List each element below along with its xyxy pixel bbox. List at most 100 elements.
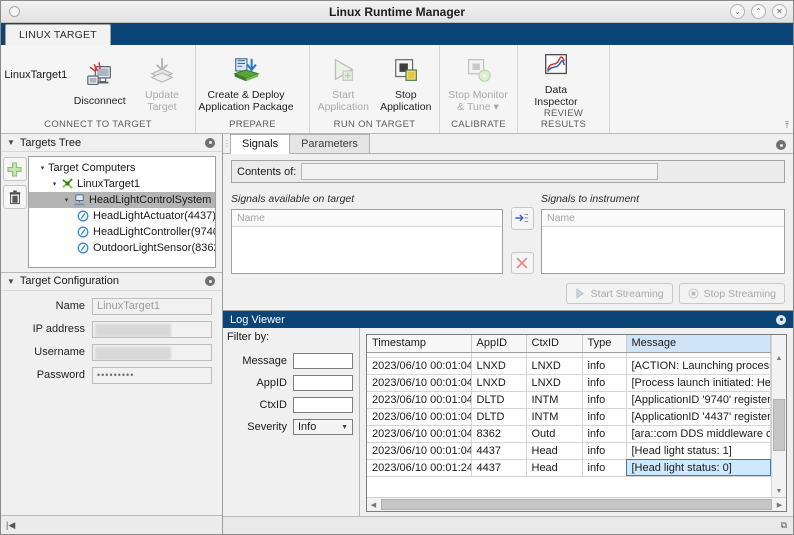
- tree-node-headlightcontrolsystem[interactable]: ▾ HeadLightControlSystem: [29, 192, 215, 208]
- filter-row-ctxid: CtxID: [223, 397, 359, 413]
- log-table-horizontal-scrollbar[interactable]: ◀ ▶: [367, 497, 786, 511]
- name-field[interactable]: LinuxTarget1: [92, 298, 212, 315]
- table-row[interactable]: 2023/06/10 00:01:04... 4437 Head info [H…: [367, 442, 771, 459]
- filter-message-input[interactable]: [293, 353, 353, 369]
- streaming-buttons-row: Start Streaming Stop Streaming: [223, 278, 793, 310]
- cell-appid: DLTD: [471, 391, 526, 408]
- expander-icon[interactable]: ▾: [49, 180, 60, 188]
- stop-streaming-button[interactable]: Stop Streaming: [679, 283, 785, 304]
- disconnect-button[interactable]: Disconnect: [69, 57, 131, 107]
- log-table-vertical-scrollbar[interactable]: ▲ ▼: [771, 335, 786, 497]
- stop-monitor-tune-button[interactable]: Stop Monitor & Tune ▾: [442, 51, 514, 113]
- update-target-button[interactable]: Update Target: [131, 51, 193, 113]
- column-header-type[interactable]: Type: [582, 335, 626, 352]
- tree-node-target-computers[interactable]: ▾ Target Computers: [29, 160, 215, 176]
- scroll-left-icon[interactable]: ◀: [367, 501, 380, 509]
- collapse-left-panel-icon[interactable]: |◀: [6, 520, 15, 531]
- start-streaming-button[interactable]: Start Streaming: [566, 283, 673, 304]
- data-inspector-button[interactable]: Data Inspector: [520, 46, 592, 108]
- scroll-up-icon[interactable]: ▲: [776, 352, 783, 364]
- collapse-ribbon-icon[interactable]: ⤒: [785, 120, 789, 131]
- signals-panel-options-icon[interactable]: [776, 140, 786, 150]
- config-row-name: Name LinuxTarget1: [5, 298, 212, 315]
- disconnect-label: Disconnect: [74, 95, 126, 107]
- cell-appid: LNXD: [471, 357, 526, 374]
- cell-ctxid: LNXD: [526, 374, 582, 391]
- filter-severity-select[interactable]: Info ▼: [293, 419, 353, 435]
- target-configuration-collapse-icon[interactable]: ▼: [7, 277, 15, 286]
- targets-tree-options-icon[interactable]: [205, 138, 215, 148]
- delete-target-button[interactable]: [3, 185, 27, 209]
- scroll-right-icon[interactable]: ▶: [773, 501, 786, 509]
- tree-node-headlightcontroller[interactable]: HeadLightController(9740): [29, 224, 215, 240]
- add-target-button[interactable]: [3, 157, 27, 181]
- resize-grip-icon[interactable]: ⧉: [781, 520, 787, 531]
- tab-linux-target[interactable]: LINUX TARGET: [5, 24, 111, 45]
- signals-available-list[interactable]: Name: [231, 209, 503, 274]
- table-row[interactable]: 2023/06/10 00:01:04... LNXD LNXD info [A…: [367, 357, 771, 374]
- targets-tree-list[interactable]: ▾ Target Computers ▾ LinuxTarget1: [28, 156, 216, 268]
- cell-ctxid: INTM: [526, 391, 582, 408]
- data-inspector-label: Data Inspector: [534, 84, 577, 108]
- window-menu-icon[interactable]: [9, 6, 20, 17]
- signals-instrument-list[interactable]: Name: [541, 209, 785, 274]
- create-deploy-application-package-button[interactable]: Create & Deploy Application Package: [198, 51, 294, 113]
- remove-signal-button[interactable]: [511, 252, 534, 275]
- cell-timestamp: 2023/06/10 00:01:24...: [367, 459, 471, 476]
- cell-ctxid: LNXD: [526, 357, 582, 374]
- filter-by-label: Filter by:: [223, 328, 359, 349]
- scroll-down-icon[interactable]: ▼: [776, 485, 783, 497]
- password-field[interactable]: •••••••••: [92, 367, 212, 384]
- table-row[interactable]: 2023/06/10 00:01:04... DLTD INTM info [A…: [367, 408, 771, 425]
- tab-parameters[interactable]: Parameters: [289, 134, 370, 153]
- cell-type: info: [582, 442, 626, 459]
- log-viewer-title: Log Viewer: [230, 314, 285, 326]
- column-header-message[interactable]: Message: [626, 335, 771, 352]
- column-header-ctxid[interactable]: CtxID: [526, 335, 582, 352]
- stop-application-button[interactable]: Stop Application: [375, 51, 438, 113]
- ip-address-field[interactable]: [92, 321, 212, 338]
- target-configuration-options-icon[interactable]: [205, 276, 215, 286]
- add-signal-button[interactable]: [511, 207, 534, 230]
- cell-message: [Head light status: 0]: [626, 459, 771, 476]
- tree-node-headlightactuator[interactable]: HeadLightActuator(4437): [29, 208, 215, 224]
- tree-node-outdoorlightsensor[interactable]: OutdoorLightSensor(8362): [29, 240, 215, 256]
- tab-signals[interactable]: Signals: [230, 134, 290, 154]
- cell-message: [ApplicationID '4437' registered for PI: [626, 408, 771, 425]
- log-viewer-header: Log Viewer: [223, 311, 793, 328]
- panel-drag-handle[interactable]: ⋮: [223, 134, 230, 153]
- tree-node-label: OutdoorLightSensor(8362): [93, 242, 216, 254]
- cell-type: info: [582, 391, 626, 408]
- tree-node-linuxtarget1[interactable]: ▾ LinuxTarget1: [29, 176, 215, 192]
- table-row[interactable]: 2023/06/10 00:01:04... DLTD INTM info [A…: [367, 391, 771, 408]
- chevron-down-icon: ▼: [341, 424, 348, 431]
- minimize-button[interactable]: ⌄: [730, 4, 745, 19]
- filter-appid-input[interactable]: [293, 375, 353, 391]
- cell-timestamp: 2023/06/10 00:01:04...: [367, 374, 471, 391]
- targets-tree-collapse-icon[interactable]: ▼: [7, 138, 15, 147]
- table-row[interactable]: 2023/06/10 00:01:04... LNXD LNXD info [P…: [367, 374, 771, 391]
- cell-timestamp: 2023/06/10 00:01:04...: [367, 357, 471, 374]
- stop-monitor-tune-icon: [463, 55, 493, 85]
- column-header-appid[interactable]: AppID: [471, 335, 526, 352]
- start-application-button[interactable]: Start Application: [312, 51, 375, 113]
- filter-ctxid-input[interactable]: [293, 397, 353, 413]
- signals-instrument-name-header: Name: [542, 210, 784, 227]
- vertical-scroll-track[interactable]: [772, 364, 786, 485]
- signals-available-name-header: Name: [232, 210, 502, 227]
- table-row[interactable]: 2023/06/10 00:01:04... 8362 Outd info [a…: [367, 425, 771, 442]
- vertical-scroll-thumb[interactable]: [773, 399, 785, 451]
- close-button[interactable]: ✕: [772, 4, 787, 19]
- username-field[interactable]: [92, 344, 212, 361]
- expander-icon[interactable]: ▾: [37, 164, 48, 172]
- column-header-timestamp[interactable]: Timestamp: [367, 335, 471, 352]
- log-viewer-options-icon[interactable]: [776, 315, 786, 325]
- table-row[interactable]: 2023/06/10 00:01:24... 4437 Head info [H…: [367, 459, 771, 476]
- expander-icon[interactable]: ▾: [61, 196, 72, 204]
- filter-row-appid: AppID: [223, 375, 359, 391]
- arrow-into-list-icon: [515, 211, 529, 225]
- horizontal-scroll-thumb[interactable]: [381, 499, 772, 510]
- maximize-button[interactable]: ⌃: [751, 4, 766, 19]
- cell-message: [Head light status: 1]: [626, 442, 771, 459]
- contents-of-field[interactable]: [301, 163, 658, 180]
